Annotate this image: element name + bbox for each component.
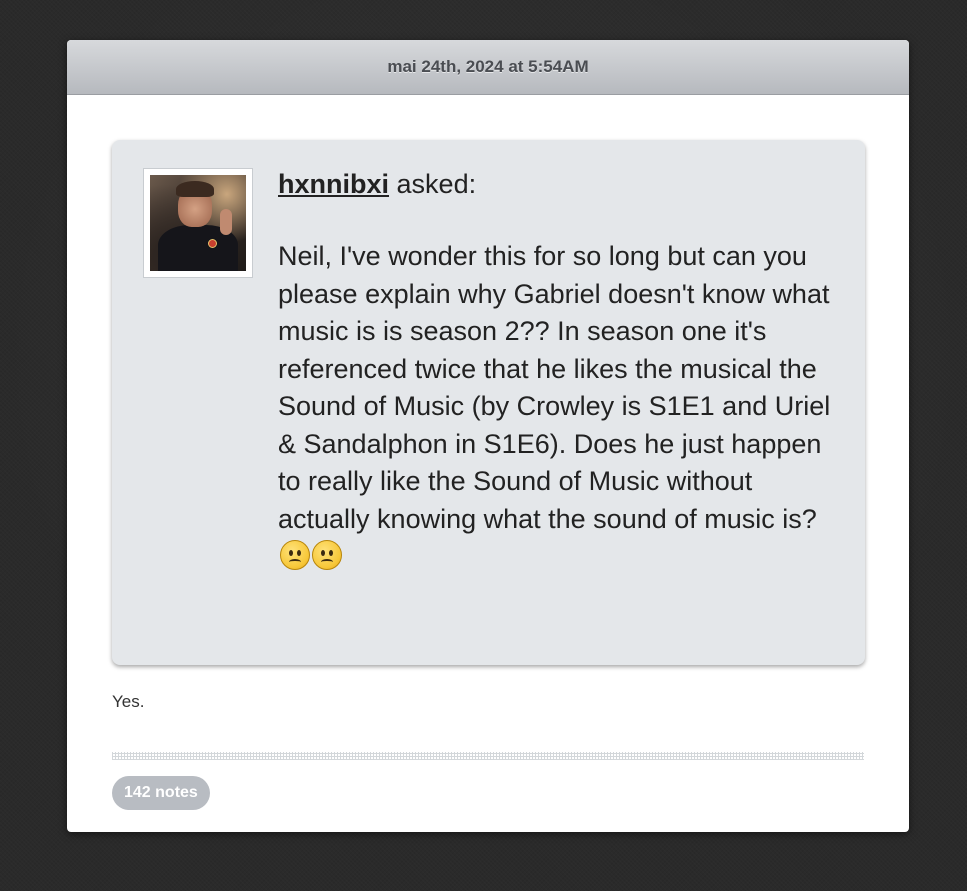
divider (112, 752, 864, 760)
asker-avatar[interactable] (143, 168, 253, 278)
post-header: mai 24th, 2024 at 5:54AM (67, 40, 909, 95)
frowning-face-icon (312, 540, 342, 570)
question-body: Neil, I've wonder this for so long but c… (278, 241, 831, 534)
post-card: mai 24th, 2024 at 5:54AM hxnnibxi asked:… (67, 40, 909, 832)
post-date[interactable]: mai 24th, 2024 at 5:54AM (387, 57, 588, 77)
question-text: Neil, I've wonder this for so long but c… (278, 238, 838, 576)
frowning-face-icon (280, 540, 310, 570)
notes-button[interactable]: 142 notes (112, 776, 210, 810)
asked-label: asked: (396, 169, 477, 199)
asker-line: hxnnibxi asked: (278, 166, 838, 202)
asker-name-link[interactable]: hxnnibxi (278, 169, 389, 199)
avatar-image (150, 175, 246, 271)
ask-content: hxnnibxi asked: Neil, I've wonder this f… (278, 166, 838, 576)
ask-box: hxnnibxi asked: Neil, I've wonder this f… (112, 140, 865, 665)
answer-text: Yes. (112, 692, 145, 711)
